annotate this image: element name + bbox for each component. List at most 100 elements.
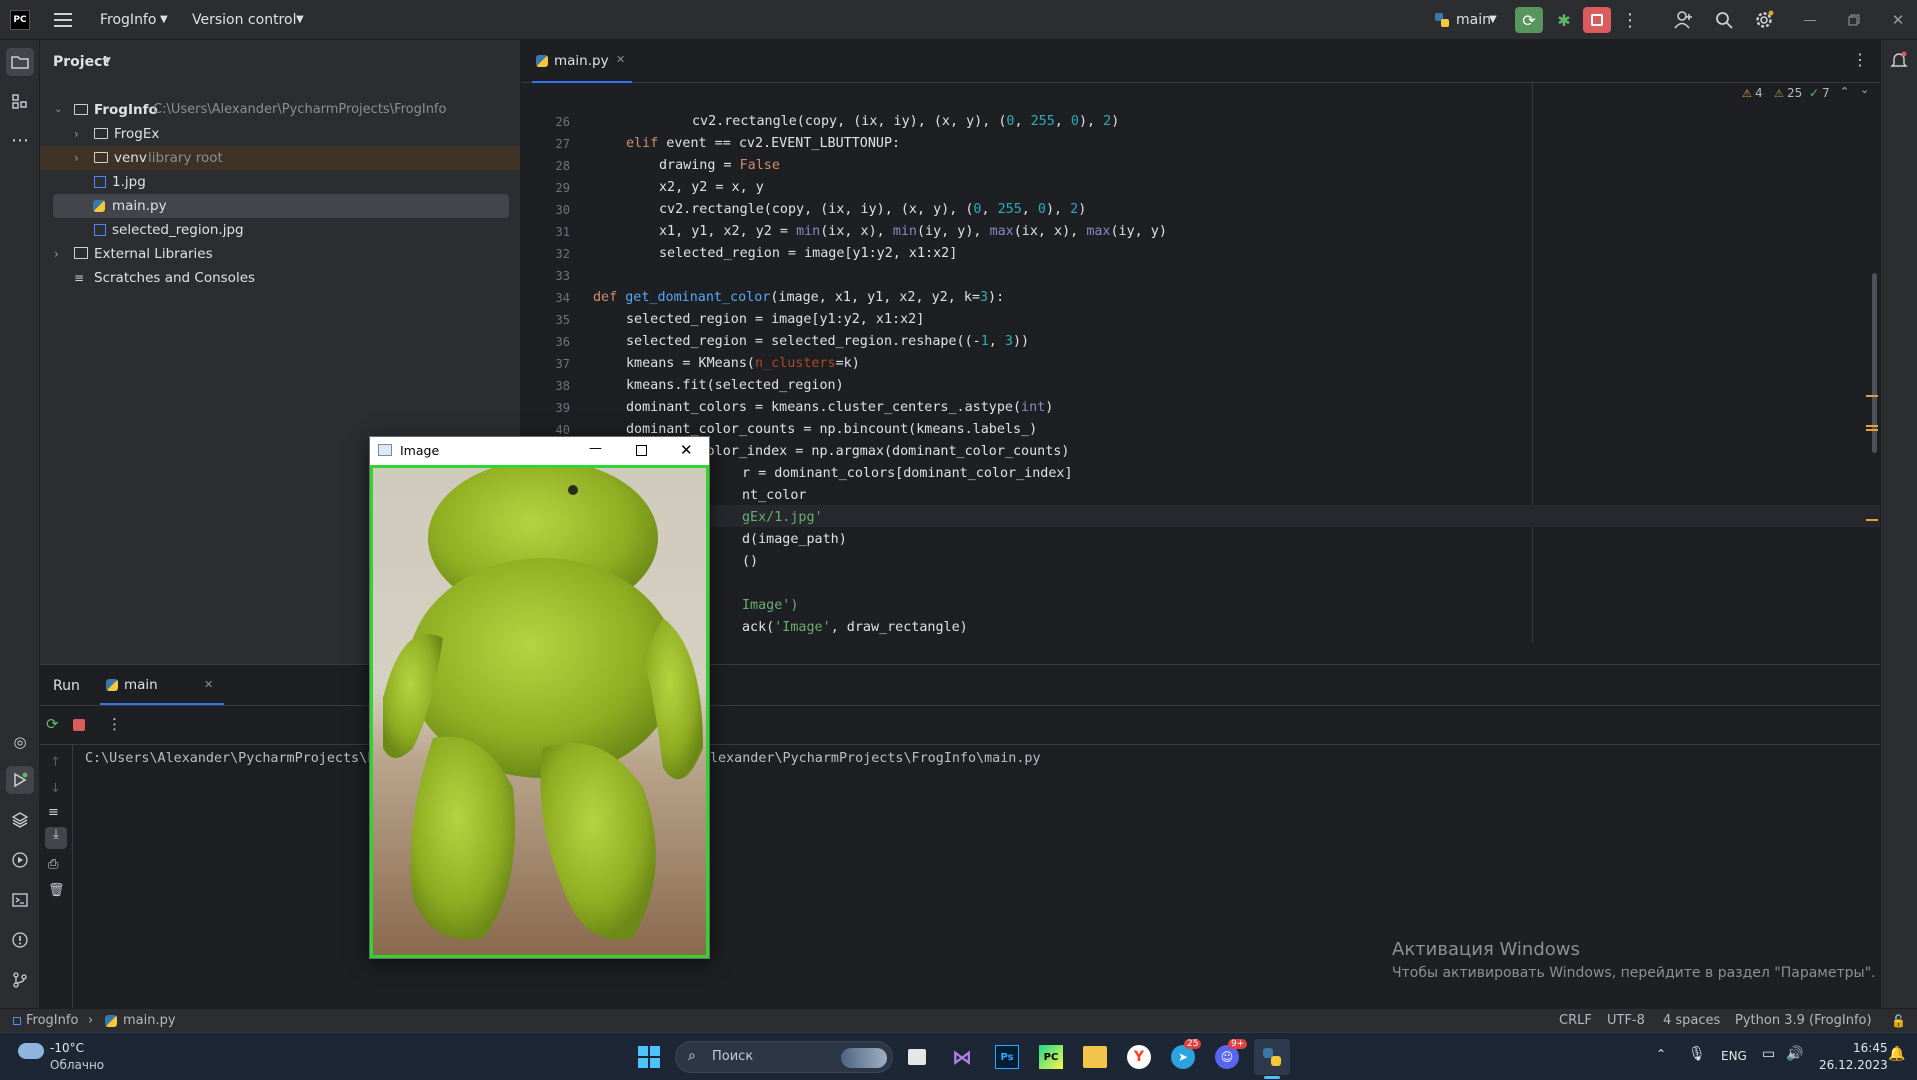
- more-vertical-icon[interactable]: ⋮: [107, 715, 122, 733]
- project-selector[interactable]: FrogInfo: [100, 12, 156, 28]
- maximize-icon[interactable]: [636, 445, 647, 456]
- tree-item-label: External Libraries: [94, 246, 213, 262]
- warnings-count[interactable]: 4: [1755, 86, 1763, 100]
- input-language[interactable]: ENG: [1721, 1049, 1747, 1063]
- python-interpreter[interactable]: Python 3.9 (FrogInfo): [1735, 1013, 1872, 1028]
- close-icon[interactable]: ✕: [680, 441, 693, 459]
- chevron-down-icon[interactable]: ⌄: [1860, 83, 1869, 96]
- tree-item-label: FrogInfo: [94, 102, 158, 118]
- settings-gear-icon[interactable]: [1752, 8, 1776, 32]
- weak-warnings-count[interactable]: 25: [1787, 86, 1802, 100]
- task-view-icon[interactable]: [905, 1045, 929, 1069]
- restore-icon[interactable]: [1842, 10, 1866, 30]
- network-icon[interactable]: ▭: [1762, 1046, 1775, 1062]
- python-running-icon[interactable]: [1254, 1039, 1290, 1075]
- code-line: selected_region = selected_region.reshap…: [626, 334, 1030, 349]
- code-line: selected_region = image[y1:y2, x1:x2]: [659, 246, 958, 261]
- minimize-icon[interactable]: —: [1798, 10, 1822, 30]
- code-area[interactable]: cv2.rectangle(copy, (ix, iy), (x, y), (0…: [522, 83, 1880, 664]
- close-icon[interactable]: ✕: [1886, 10, 1910, 30]
- search-icon[interactable]: [1712, 8, 1736, 32]
- more-vertical-icon[interactable]: ⋮: [1852, 50, 1868, 69]
- clock-time[interactable]: 16:45: [1853, 1041, 1888, 1055]
- layers-icon[interactable]: [6, 806, 34, 834]
- photoshop-icon[interactable]: Ps: [995, 1045, 1019, 1069]
- tree-item-label: main.py: [112, 198, 167, 214]
- stop-button[interactable]: [1583, 7, 1611, 33]
- rerun-icon[interactable]: ⟳: [46, 715, 59, 733]
- tab-close-icon[interactable]: ✕: [616, 53, 625, 66]
- git-branch-icon[interactable]: [6, 966, 34, 994]
- python-console-icon[interactable]: ◎: [6, 728, 34, 756]
- run-toolbar: [40, 705, 1880, 745]
- rerun-button[interactable]: ⟳: [1515, 7, 1543, 33]
- microphone-icon[interactable]: 🎙: [1688, 1046, 1706, 1062]
- image-window[interactable]: Image — ✕: [369, 436, 710, 959]
- problems-icon[interactable]: [6, 926, 34, 954]
- tree-item-1-jpg[interactable]: 1.jpg: [40, 170, 520, 194]
- soft-wrap-icon[interactable]: ≡: [48, 805, 59, 820]
- windows-start-icon[interactable]: [637, 1045, 661, 1069]
- arrow-down-icon[interactable]: ↓: [50, 781, 61, 796]
- indent-setting[interactable]: 4 spaces: [1663, 1013, 1720, 1028]
- project-folder-icon[interactable]: [6, 48, 34, 76]
- taskbar-search-box[interactable]: ⌕ Поиск: [675, 1041, 893, 1073]
- services-icon[interactable]: [6, 846, 34, 874]
- file-encoding[interactable]: UTF-8: [1607, 1013, 1645, 1028]
- minimize-icon[interactable]: —: [589, 441, 602, 456]
- run-panel-title[interactable]: Run: [53, 678, 80, 694]
- structure-icon[interactable]: [6, 88, 34, 116]
- tree-item-scratches[interactable]: ≡ Scratches and Consoles: [40, 266, 520, 290]
- volume-icon[interactable]: 🔊: [1786, 1046, 1803, 1062]
- code-editor[interactable]: cv2.rectangle(copy, (ix, iy), (x, y), (0…: [522, 40, 1880, 664]
- tree-item-main-py[interactable]: main.py: [53, 194, 509, 218]
- breadcrumb-file[interactable]: main.py: [123, 1013, 176, 1028]
- pycharm-taskbar-icon[interactable]: PC: [1039, 1045, 1063, 1069]
- tab-run-main[interactable]: main ✕: [100, 665, 224, 705]
- tab-close-icon[interactable]: ✕: [204, 678, 213, 691]
- project-panel-title[interactable]: Project: [53, 54, 109, 70]
- tree-item-label: 1.jpg: [112, 174, 146, 190]
- image-window-titlebar[interactable]: Image — ✕: [370, 437, 709, 465]
- line-separator[interactable]: CRLF: [1559, 1013, 1592, 1028]
- chevron-up-icon[interactable]: ⌃: [1840, 85, 1849, 98]
- tree-item-venv[interactable]: › venv library root: [40, 146, 520, 170]
- clock-date[interactable]: 26.12.2023: [1819, 1058, 1888, 1072]
- scroll-to-end-icon[interactable]: ⤓: [45, 827, 67, 849]
- yandex-browser-icon[interactable]: Y: [1127, 1045, 1151, 1069]
- notifications-bell-icon[interactable]: [1887, 48, 1911, 72]
- more-vertical-icon[interactable]: ⋮: [1620, 8, 1640, 32]
- run-tool-icon[interactable]: [6, 766, 34, 794]
- breadcrumb-project[interactable]: FrogInfo: [26, 1013, 78, 1028]
- frog-toy-image[interactable]: [370, 465, 709, 958]
- visual-studio-icon[interactable]: ⋈: [950, 1045, 974, 1069]
- console-output-left: C:\Users\Alexander\PycharmProjects\F: [85, 751, 376, 766]
- tree-item-froginfo[interactable]: ⌄ FrogInfo C:\Users\Alexander\PycharmPro…: [40, 98, 520, 122]
- code-line: def get_dominant_color(image, x1, y1, x2…: [593, 290, 1005, 305]
- image-window-title: Image: [400, 443, 440, 458]
- stop-icon[interactable]: [73, 719, 85, 731]
- arrow-up-icon[interactable]: ↑: [50, 755, 61, 770]
- print-icon[interactable]: ⎙: [48, 857, 58, 872]
- file-explorer-icon[interactable]: [1083, 1046, 1107, 1068]
- tree-item-external-libraries[interactable]: › External Libraries: [40, 242, 520, 266]
- more-horizontal-icon[interactable]: ⋯: [6, 128, 34, 152]
- breadcrumb-separator-icon: ›: [88, 1013, 94, 1028]
- weather-temp[interactable]: -10°C: [50, 1041, 84, 1055]
- tree-item-frogex[interactable]: › FrogEx: [40, 122, 520, 146]
- terminal-icon[interactable]: [6, 886, 34, 914]
- add-user-icon[interactable]: [1672, 8, 1696, 32]
- typo-count[interactable]: 7: [1822, 86, 1830, 100]
- tray-chevron-up-icon[interactable]: ⌃: [1656, 1047, 1666, 1061]
- tree-item-label: FrogEx: [114, 126, 160, 142]
- debug-bug-icon[interactable]: ✱: [1552, 8, 1576, 32]
- hamburger-menu-icon[interactable]: [52, 10, 74, 30]
- vcs-menu[interactable]: Version control: [192, 12, 296, 28]
- lock-icon[interactable]: 🔓: [1891, 1014, 1906, 1028]
- trash-icon[interactable]: 🗑: [48, 883, 65, 898]
- tab-main-py[interactable]: main.py ✕: [532, 40, 632, 83]
- tree-item-selected-region-jpg[interactable]: selected_region.jpg: [40, 218, 520, 242]
- notification-bell-icon[interactable]: 🔔: [1888, 1046, 1905, 1062]
- run-config-selector[interactable]: main: [1456, 12, 1491, 28]
- library-icon: [74, 247, 88, 259]
